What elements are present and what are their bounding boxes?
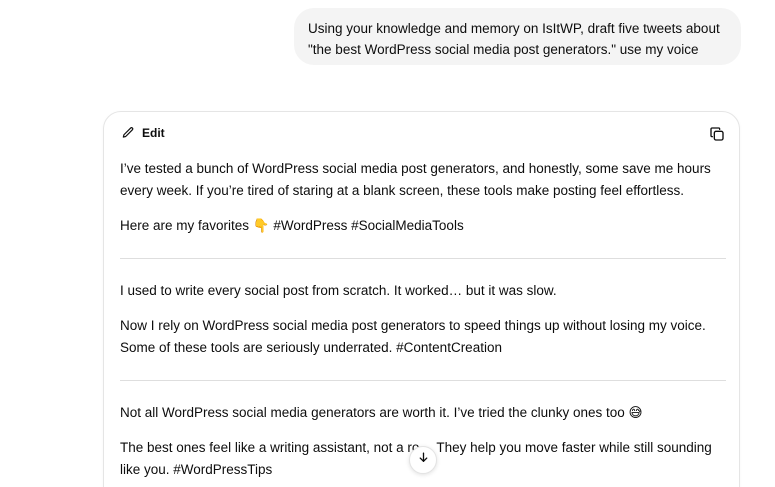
scroll-to-bottom-button[interactable] — [409, 446, 437, 474]
tweet-2-paragraph-2: Now I rely on WordPress social media pos… — [120, 318, 706, 355]
canvas-header: Edit — [104, 112, 739, 156]
canvas-content: I’ve tested a bunch of WordPress social … — [120, 158, 726, 487]
tweet-1-paragraph-2: Here are my favorites 👇 #WordPress #Soci… — [120, 218, 464, 233]
tweets-canvas-card: Edit I’ve tested a bunch of WordPress so… — [103, 111, 740, 487]
chat-page: Using your knowledge and memory on IsItW… — [0, 0, 775, 487]
user-message-line-2: "the best WordPress social media post ge… — [308, 42, 699, 57]
copy-icon — [709, 127, 725, 146]
tweet-divider — [120, 380, 726, 381]
arrow-down-icon — [417, 451, 430, 469]
tweet-2-paragraph-1: I used to write every social post from s… — [120, 283, 557, 298]
edit-label: Edit — [142, 126, 165, 140]
copy-button[interactable] — [709, 126, 727, 144]
tweet-divider — [120, 258, 726, 259]
tweet-1: I’ve tested a bunch of WordPress social … — [120, 158, 726, 237]
tweet-3-paragraph-1: Not all WordPress social media generator… — [120, 405, 643, 420]
user-message-line-1: Using your knowledge and memory on IsItW… — [308, 21, 720, 36]
pencil-icon — [121, 126, 135, 140]
user-message-bubble: Using your knowledge and memory on IsItW… — [294, 8, 741, 65]
tweet-1-paragraph-1: I’ve tested a bunch of WordPress social … — [120, 161, 711, 198]
tweet-2: I used to write every social post from s… — [120, 280, 726, 359]
edit-button[interactable]: Edit — [121, 126, 165, 140]
